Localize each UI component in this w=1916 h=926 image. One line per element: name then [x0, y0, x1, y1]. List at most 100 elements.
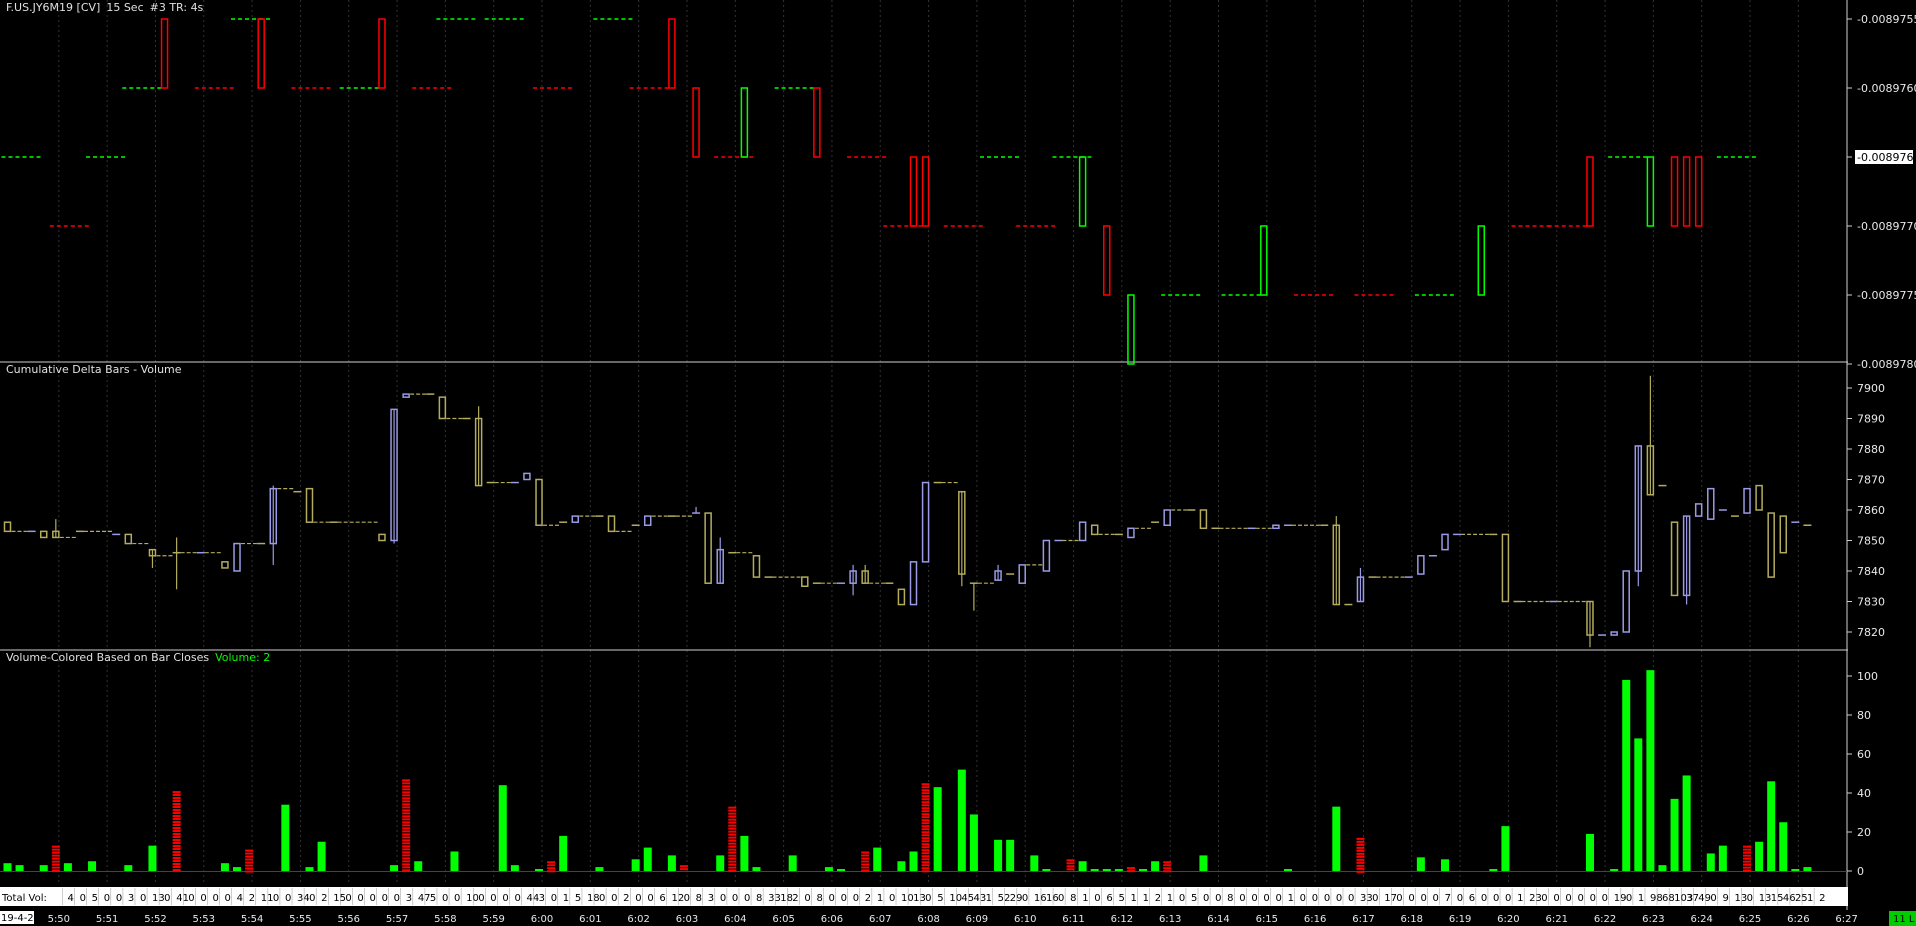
total-vol-4: 0: [116, 893, 122, 904]
instrument-label: F.US.JY6M19 [CV]: [6, 1, 100, 14]
total-vol-105: 0: [1336, 893, 1342, 904]
total-vol-94: 0: [1203, 893, 1209, 904]
total-vol-123: 0: [1553, 893, 1559, 904]
time-tick-2: 5:52: [144, 914, 166, 925]
trading-chart[interactable]: -0.0089755 -0.0089760 -0.0089765 -0.0089770…: [0, 0, 1916, 926]
total-vol-17: 0: [273, 893, 279, 904]
volume-bar-19: [498, 785, 507, 871]
delta-tick-0: 7900: [1857, 382, 1885, 395]
total-vol-21: 2: [321, 893, 327, 904]
total-vol-107: 33: [1360, 893, 1373, 904]
volume-bar-75: [1743, 845, 1752, 872]
volume-bar-72: [1682, 775, 1691, 871]
time-tick-34: 6:24: [1690, 914, 1712, 925]
volume-bar-3: [51, 845, 60, 872]
chart-info-label: #3 TR: 4s: [150, 1, 204, 14]
total-vol-65: 0: [853, 893, 859, 904]
time-tick-14: 6:04: [724, 914, 746, 925]
volume-bar-15: [390, 865, 399, 871]
volume-bar-45: [1006, 839, 1015, 871]
volume-bar-16: [402, 779, 411, 872]
volume-tick-0: 100: [1857, 670, 1878, 683]
volume-bar-34: [824, 867, 833, 871]
total-vol-137: 9: [1722, 893, 1728, 904]
volume-bar-64: [1501, 826, 1510, 871]
volume-bar-47: [1042, 869, 1051, 871]
volume-title-text: Volume-Colored Based on Bar Closes: [6, 651, 209, 664]
volume-bar-2: [39, 865, 48, 871]
volume-bar-7: [148, 845, 157, 871]
total-vol-84: 1: [1082, 893, 1088, 904]
volume-bar-73: [1706, 853, 1715, 871]
time-tick-28: 6:18: [1401, 914, 1423, 925]
volume-bar-32: [752, 867, 761, 871]
time-tick-30: 6:20: [1497, 914, 1519, 925]
total-vol-118: 0: [1493, 893, 1499, 904]
total-vol-1: 0: [80, 893, 86, 904]
volume-bar-71: [1670, 798, 1679, 871]
total-vol-139: 0: [1747, 893, 1753, 904]
total-vol-49: 6: [659, 893, 665, 904]
total-vol-62: 8: [816, 893, 822, 904]
total-vol-9: 41: [176, 893, 189, 904]
time-tick-22: 6:12: [1111, 914, 1133, 925]
volume-bar-78: [1779, 822, 1788, 871]
volume-bar-5: [88, 861, 97, 871]
total-vol-33: 10: [466, 893, 479, 904]
total-vol-112: 0: [1420, 893, 1426, 904]
total-vol-110: 0: [1396, 893, 1402, 904]
time-tick-13: 6:03: [676, 914, 698, 925]
volume-bar-26: [643, 847, 652, 871]
total-vol-95: 0: [1215, 893, 1221, 904]
volume-bar-0: [3, 863, 12, 871]
delta-tick-7: 7830: [1857, 596, 1885, 609]
volume-bar-20: [510, 865, 519, 871]
time-badge-label: 11 L: [1893, 914, 1915, 925]
total-vol-111: 0: [1408, 893, 1414, 904]
volume-tick-5: 0: [1857, 865, 1864, 878]
total-vol-73: 10: [949, 893, 962, 904]
delta-panel-title: Cumulative Delta Bars - Volume: [6, 363, 182, 376]
total-vol-47: 0: [635, 893, 641, 904]
time-tick-1: 5:51: [96, 914, 118, 925]
time-tick-23: 6:13: [1159, 914, 1181, 925]
total-vol-101: 1: [1288, 893, 1294, 904]
total-vol-41: 1: [563, 893, 569, 904]
total-vol-50: 12: [672, 893, 685, 904]
total-vol-14: 4: [237, 893, 243, 904]
volume-bar-38: [897, 861, 906, 871]
total-vol-66: 2: [865, 893, 871, 904]
total-vol-56: 0: [744, 893, 750, 904]
delta-tick-6: 7840: [1857, 565, 1885, 578]
total-vol-25: 0: [370, 893, 376, 904]
total-vol-24: 0: [357, 893, 363, 904]
time-tick-18: 6:08: [917, 914, 939, 925]
volume-bar-67: [1622, 679, 1631, 871]
total-vol-131: 98: [1650, 893, 1663, 904]
total-vol-16: 11: [261, 893, 274, 904]
volume-bar-70: [1658, 865, 1667, 871]
total-vol-89: 1: [1143, 893, 1149, 904]
volume-tick-4: 20: [1857, 826, 1871, 839]
total-vol-2: 5: [92, 893, 98, 904]
volume-panel-title: Volume-Colored Based on Bar Closes Volume…: [6, 651, 270, 664]
total-vol-63: 0: [829, 893, 835, 904]
total-vol-52: 8: [696, 893, 702, 904]
total-vol-126: 0: [1590, 893, 1596, 904]
delta-tick-1: 7890: [1857, 413, 1885, 426]
total-vol-43: 18: [587, 893, 600, 904]
volume-bar-24: [595, 867, 604, 871]
volume-bar-51: [1102, 869, 1111, 871]
volume-bar-80: [1803, 867, 1812, 871]
volume-bar-12: [281, 804, 290, 871]
total-vol-102: 0: [1300, 893, 1306, 904]
time-tick-36: 6:26: [1787, 914, 1809, 925]
total-vol-68: 0: [889, 893, 895, 904]
total-vol-55: 0: [732, 893, 738, 904]
total-vol-44: 0: [599, 893, 605, 904]
total-vol-79: 0: [1022, 893, 1028, 904]
total-vol-136: 0: [1710, 893, 1716, 904]
time-tick-27: 6:17: [1352, 914, 1374, 925]
date-label: 19-4-24: [1, 913, 40, 924]
total-vol-85: 0: [1094, 893, 1100, 904]
